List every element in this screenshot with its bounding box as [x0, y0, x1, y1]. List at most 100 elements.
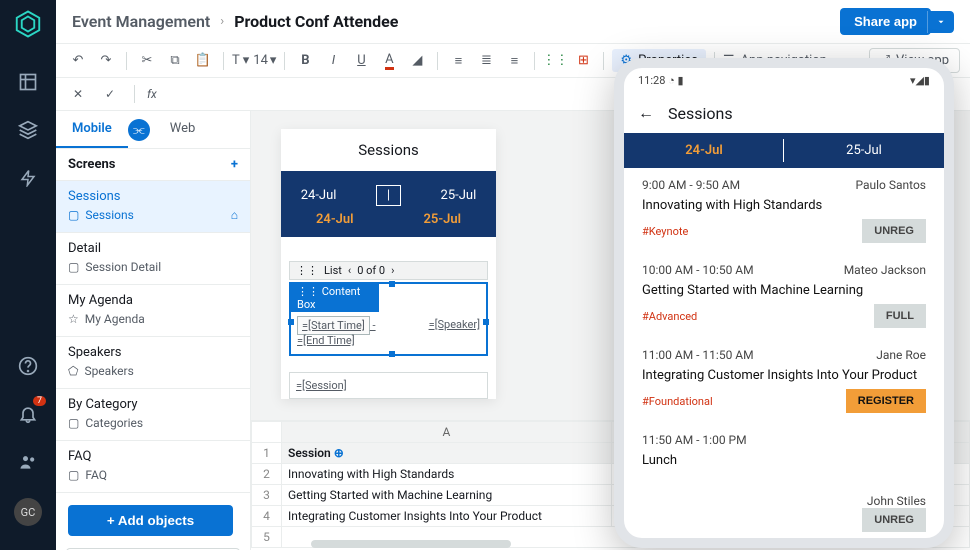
underline-icon[interactable]: U	[349, 49, 373, 73]
session-speaker: Paulo Santos	[855, 178, 926, 192]
phone-preview: 11:28 ◔ ▮ ▾◢▮ ← Sessions 24-Jul 25-Jul 9…	[614, 58, 954, 548]
screen-item[interactable]: ☆My Agenda	[68, 310, 238, 328]
tables-icon[interactable]	[14, 68, 42, 96]
align-center-icon[interactable]: ≣	[474, 49, 498, 73]
session-tag: #Keynote	[642, 225, 688, 238]
session-title[interactable]: Innovating with High Standards	[642, 192, 926, 219]
spacing-icon[interactable]: ⋮⋮	[543, 49, 567, 73]
date-tab-a[interactable]: 24-Jul	[624, 133, 784, 168]
page-icon: ▢	[68, 468, 79, 482]
back-icon[interactable]: ←	[638, 103, 654, 123]
page-icon: ⬠	[68, 364, 78, 378]
token-speaker[interactable]: =[Speaker]	[429, 318, 480, 348]
tab-web[interactable]: Web	[154, 111, 212, 148]
add-screen-button[interactable]: +	[231, 157, 238, 172]
screen-item[interactable]: ▢FAQ	[68, 466, 238, 484]
copy-icon[interactable]: ⧉	[163, 49, 187, 73]
session-title[interactable]: Getting Started with Machine Learning	[642, 277, 926, 304]
screen-group[interactable]: Detail	[68, 239, 238, 258]
session-action-button[interactable]: UNREG	[862, 508, 926, 532]
font-size-select[interactable]: 14 ▾	[253, 53, 276, 68]
cell-session[interactable]: Integrating Customer Insights Into Your …	[282, 506, 612, 527]
session-speaker: John Stiles	[867, 494, 926, 508]
token-start-time[interactable]: =[Start Time]	[297, 316, 370, 335]
paste-icon[interactable]: 📋	[191, 49, 215, 73]
add-objects-button[interactable]: + Add objects	[68, 505, 233, 536]
automation-icon[interactable]	[14, 164, 42, 192]
screen-group[interactable]: FAQ	[68, 447, 238, 466]
session-time: 11:00 AM - 11:50 AM	[642, 348, 754, 362]
logo-icon[interactable]	[10, 6, 46, 42]
undo-icon[interactable]: ↶	[66, 49, 90, 73]
share-app-button[interactable]: Share app	[840, 8, 931, 35]
session-action-button[interactable]: REGISTER	[846, 389, 926, 413]
column-header[interactable]: Session ⊕	[282, 443, 612, 464]
italic-icon[interactable]: I	[321, 49, 345, 73]
page-icon: ▢	[68, 260, 79, 274]
tab-mobile[interactable]: Mobile	[56, 111, 128, 148]
screen-group[interactable]: My Agenda	[68, 291, 238, 310]
formula-confirm-icon[interactable]: ✓	[98, 82, 122, 106]
date-label-a: 24-Jul	[301, 188, 337, 203]
sidebar: Mobile ⫘ Web Screens + Sessions▢Sessions…	[56, 111, 251, 550]
cell-session[interactable]: Getting Started with Machine Learning	[282, 485, 612, 506]
align-left-icon[interactable]: ≡	[446, 49, 470, 73]
avatar[interactable]: GC	[14, 498, 42, 526]
date-tab-b[interactable]: 25-Jul	[784, 133, 944, 168]
help-icon[interactable]	[14, 352, 42, 380]
cell-session[interactable]: Innovating with High Standards	[282, 464, 612, 485]
screens-heading: Screens	[68, 157, 115, 172]
token-end-time[interactable]: =[End Time]	[297, 334, 355, 347]
canvas-preview: Sessions 24-Jul | 25-Jul 24-Jul 25-Jul	[281, 129, 496, 399]
breadcrumb: Event Management › Product Conf Attendee…	[56, 0, 970, 44]
link-icon[interactable]: ⫘	[128, 119, 150, 141]
session-title[interactable]: Integrating Customer Insights Into Your …	[642, 362, 926, 389]
token-session[interactable]: =[Session]	[289, 372, 488, 399]
session-action-button[interactable]: UNREG	[862, 219, 926, 243]
notifications-icon[interactable]: 7	[14, 400, 42, 428]
font-family-select[interactable]: T ▾	[232, 53, 249, 68]
session-title[interactable]: Lunch	[642, 447, 926, 474]
screen-item[interactable]: ▢Categories	[68, 414, 238, 432]
screen-group[interactable]: By Category	[68, 395, 238, 414]
screen-item[interactable]: ⬠Speakers	[68, 362, 238, 380]
page-icon: ▢	[68, 416, 79, 430]
list-component-bar[interactable]: ⋮⋮ List ‹ 0 of 0 ›	[289, 261, 488, 280]
date-indicator[interactable]: |	[376, 185, 401, 206]
users-icon[interactable]	[14, 448, 42, 476]
screen-item[interactable]: ▢Session Detail	[68, 258, 238, 276]
left-rail: 7 GC	[0, 0, 56, 550]
page-icon: ☆	[68, 312, 79, 326]
horizontal-scrollbar[interactable]	[311, 540, 511, 548]
session-tag: #Foundational	[642, 395, 713, 408]
canvas-title: Sessions	[281, 129, 496, 171]
bold-icon[interactable]: B	[293, 49, 317, 73]
breadcrumb-current: Product Conf Attendee	[234, 12, 398, 31]
redo-icon[interactable]: ↷	[94, 49, 118, 73]
add-column-icon[interactable]: ⊕	[334, 446, 344, 460]
formula-cancel-icon[interactable]: ✕	[66, 82, 90, 106]
session-speaker: Jane Roe	[876, 348, 926, 362]
cut-icon[interactable]: ✂	[135, 49, 159, 73]
layout-icon[interactable]: ⊞	[571, 49, 595, 73]
screen-item[interactable]: ▢Sessions⌂	[68, 206, 238, 224]
session-action-button[interactable]: FULL	[874, 304, 926, 328]
screen-group[interactable]: Sessions	[68, 187, 238, 206]
align-right-icon[interactable]: ≡	[502, 49, 526, 73]
text-color-icon[interactable]: A	[377, 49, 401, 73]
session-time: 9:00 AM - 9:50 AM	[642, 178, 740, 192]
fill-color-icon[interactable]: ◢	[405, 49, 429, 73]
breadcrumb-parent[interactable]: Event Management	[72, 12, 210, 31]
signal-icon: ▾◢▮	[910, 74, 930, 87]
content-box[interactable]: ⋮⋮ Content Box =[Start Time] - =[End Tim…	[289, 282, 488, 356]
layers-icon[interactable]	[14, 116, 42, 144]
share-dropdown-button[interactable]	[927, 11, 954, 33]
screen-group[interactable]: Speakers	[68, 343, 238, 362]
page-icon: ▢	[68, 208, 79, 222]
notification-badge: 7	[33, 396, 46, 406]
date-label-b: 25-Jul	[441, 188, 477, 203]
session-speaker: Mateo Jackson	[844, 263, 926, 277]
fx-label: fx	[147, 87, 157, 101]
session-time: 10:00 AM - 10:50 AM	[642, 263, 754, 277]
home-icon: ⌂	[231, 208, 238, 222]
